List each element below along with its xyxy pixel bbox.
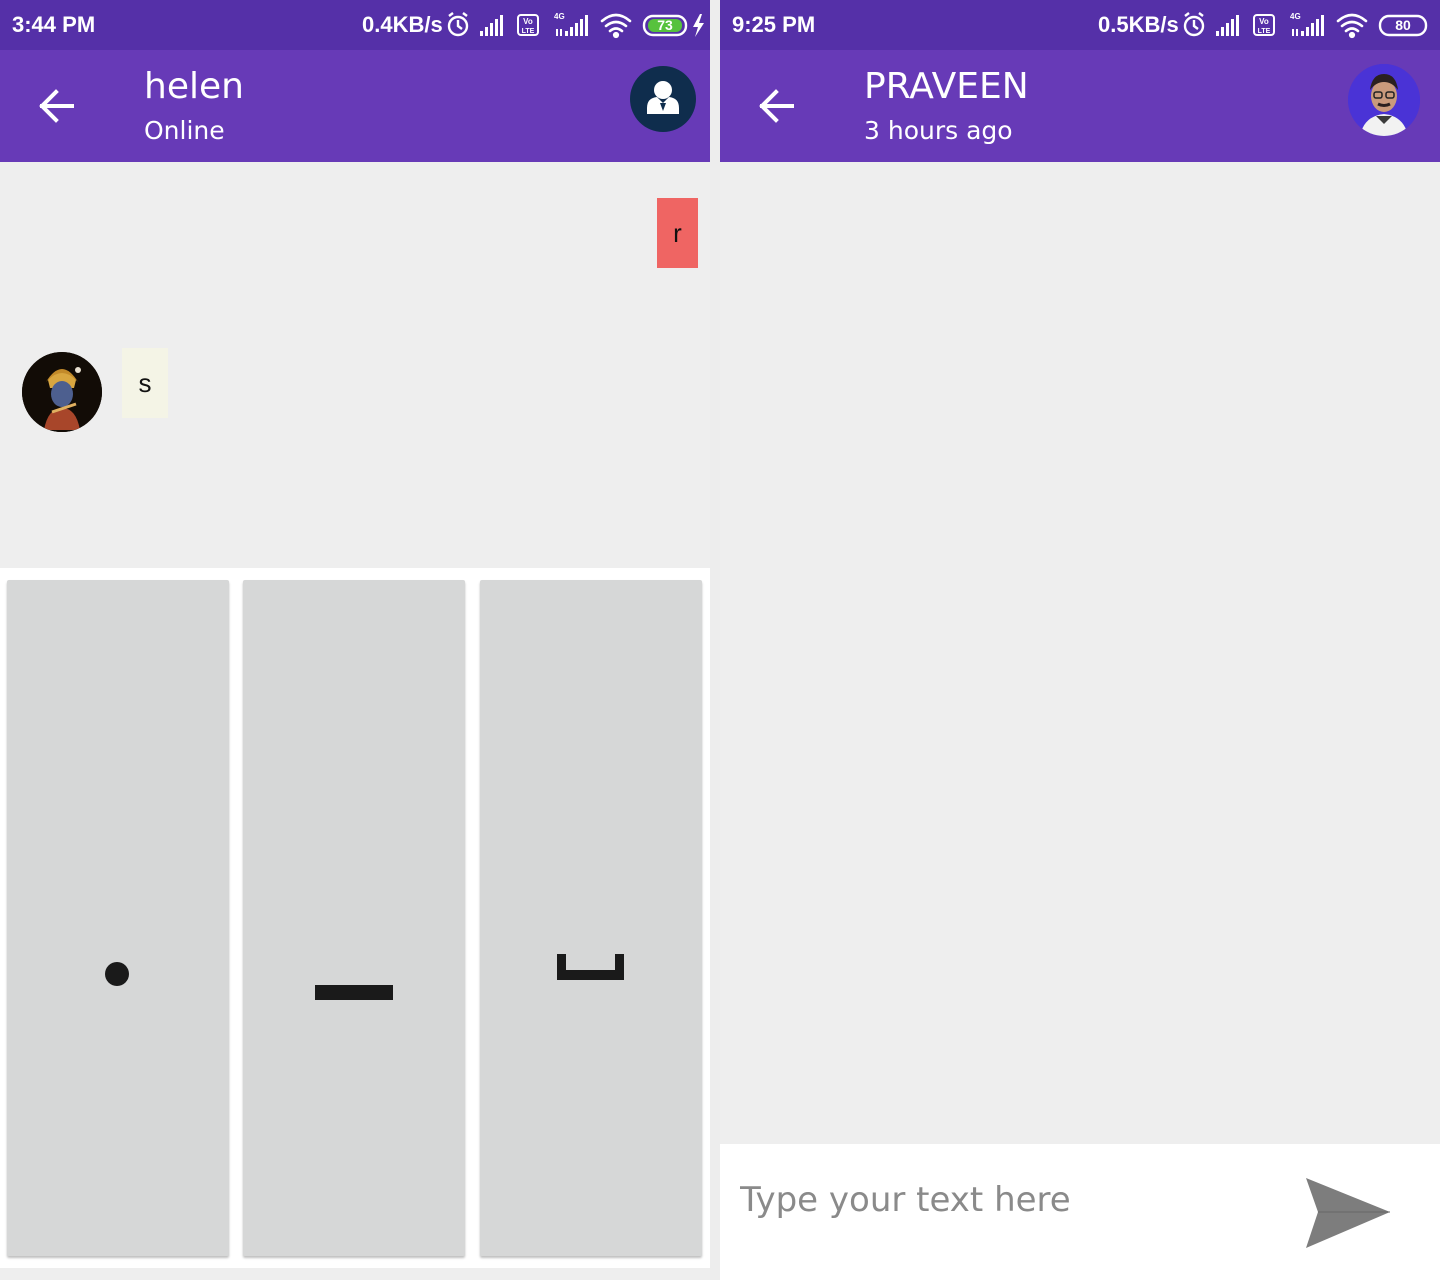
battery-icon: 73 xyxy=(642,14,688,37)
signal-4g-icon: 4G xyxy=(1290,12,1324,36)
contact-name: helen xyxy=(144,66,244,107)
svg-text:LTE: LTE xyxy=(1258,28,1271,35)
dot-icon xyxy=(105,962,129,986)
last-seen-status: 3 hours ago xyxy=(864,116,1013,145)
signal-4g-icon: 4G xyxy=(554,12,588,36)
svg-text:4G: 4G xyxy=(1290,12,1301,21)
message-input[interactable] xyxy=(738,1174,1282,1226)
signal-icon xyxy=(1216,15,1239,36)
morse-keypad xyxy=(0,568,710,1268)
status-bar: 3:44 PM 0.4KB/s Vo LTE 4G 73 xyxy=(0,0,710,50)
chat-screen-praveen: 9:25 PM 0.5KB/s Vo LTE 4G 80 PRAVEEN 3 h… xyxy=(720,0,1440,1280)
received-message-bubble[interactable]: s xyxy=(122,348,168,418)
alarm-icon xyxy=(1183,12,1205,37)
back-arrow-icon[interactable] xyxy=(32,84,80,128)
morse-dot-key[interactable] xyxy=(7,580,229,1256)
back-arrow-icon[interactable] xyxy=(752,84,800,128)
sent-message-bubble[interactable]: r xyxy=(657,198,698,268)
signal-icon xyxy=(480,15,503,36)
volte-icon: Vo LTE xyxy=(517,14,539,36)
network-speed: 0.5KB/s xyxy=(1098,12,1179,37)
status-time: 3:44 PM xyxy=(12,12,96,37)
contact-avatar[interactable] xyxy=(1348,64,1420,136)
battery-icon: 80 xyxy=(1378,14,1428,37)
svg-text:LTE: LTE xyxy=(522,28,535,35)
status-icons: Vo LTE 4G 73 xyxy=(447,12,704,39)
battery-level: 73 xyxy=(657,17,673,33)
wifi-icon xyxy=(1336,13,1368,39)
svg-text:4G: 4G xyxy=(554,12,565,21)
contact-name: PRAVEEN xyxy=(864,66,1029,107)
sender-photo-icon xyxy=(22,352,102,432)
presence-status: Online xyxy=(144,116,225,145)
app-bar: PRAVEEN 3 hours ago xyxy=(720,50,1440,162)
morse-space-key[interactable] xyxy=(480,580,702,1256)
wifi-icon xyxy=(600,13,632,39)
contact-avatar[interactable] xyxy=(630,66,696,132)
alarm-icon xyxy=(447,12,469,37)
chat-screen-helen: 3:44 PM 0.4KB/s Vo LTE 4G 73 helen Onlin… xyxy=(0,0,710,1280)
message-composer xyxy=(720,1144,1440,1280)
morse-dash-key[interactable] xyxy=(243,580,465,1256)
space-icon xyxy=(557,954,624,980)
send-icon[interactable] xyxy=(1304,1176,1392,1250)
status-bar: 9:25 PM 0.5KB/s Vo LTE 4G 80 xyxy=(720,0,1440,50)
app-bar: helen Online xyxy=(0,50,710,162)
network-speed: 0.4KB/s xyxy=(362,12,443,37)
dash-icon xyxy=(315,985,393,1000)
default-user-icon xyxy=(647,81,679,114)
contact-photo-icon xyxy=(1348,64,1420,136)
sender-avatar[interactable] xyxy=(22,352,102,432)
status-time: 9:25 PM xyxy=(732,12,816,37)
status-icons: Vo LTE 4G 80 xyxy=(1183,12,1428,39)
svg-text:Vo: Vo xyxy=(1259,17,1269,26)
charging-icon xyxy=(693,14,704,37)
battery-level: 80 xyxy=(1395,17,1411,33)
volte-icon: Vo LTE xyxy=(1253,14,1275,36)
svg-text:Vo: Vo xyxy=(523,17,533,26)
